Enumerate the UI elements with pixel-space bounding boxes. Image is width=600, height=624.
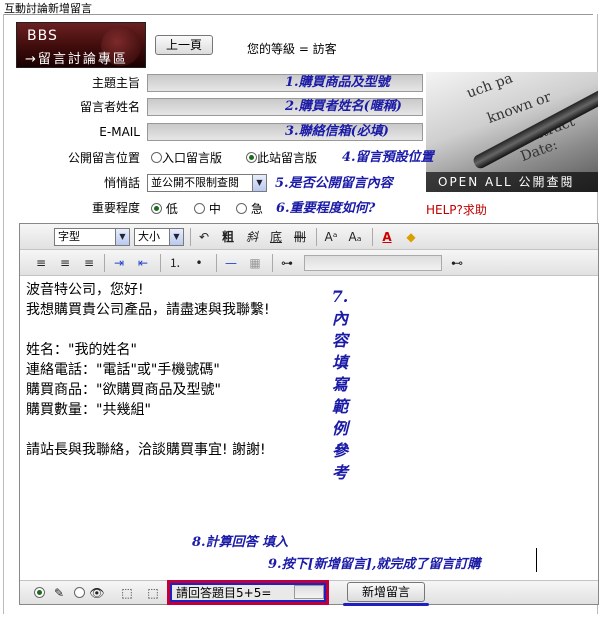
importance-urgent[interactable]: 急 [236, 200, 263, 218]
align-center-icon[interactable]: ≡ [56, 254, 74, 272]
photo-text-1: uch pa [464, 72, 515, 102]
position-option-entry[interactable]: 入口留言版 [151, 149, 222, 167]
bold-icon[interactable]: 粗 [219, 228, 237, 246]
horizontal-rule-icon[interactable]: — [222, 254, 240, 272]
link-url-input[interactable] [304, 255, 442, 271]
design-mode-icon[interactable]: ✎ [50, 584, 68, 602]
email-label: E-MAIL [99, 125, 140, 139]
superscript-icon[interactable]: Aᵃ [322, 228, 340, 246]
table-icon[interactable]: ▦ [246, 254, 264, 272]
contract-pen-photo: uch pa known or Contract Date: OPEN ALL … [426, 72, 598, 192]
position-label: 公開留言位置 [67, 151, 140, 165]
user-level-label: 您的等級 = 訪客 [247, 42, 337, 56]
radio-icon[interactable] [70, 584, 88, 602]
submit-message-button[interactable]: 新增留言 [347, 582, 425, 602]
ordered-list-icon[interactable]: ⒈ [166, 254, 184, 272]
chevron-down-icon[interactable]: ▼ [252, 175, 266, 191]
message-editor: 字型 ▼ 大小 ▼ ↶ 粗 斜 底 刪 Aᵃ Aₐ A ◆ ≡ ≡ ≡ ⇥ ⇤ … [19, 223, 599, 605]
submit-highlight-underline [343, 603, 429, 606]
position-option-site[interactable]: 此站留言版 [246, 149, 317, 167]
message-content[interactable]: 波音特公司，您好! 我想購買貴公司產品，請盡速與我聯繫! 姓名："我的姓名" 連… [22, 278, 596, 578]
radio-icon[interactable] [194, 203, 205, 214]
whisper-label: 悄悄話 [103, 176, 140, 190]
author-label: 留言者姓名 [79, 100, 140, 114]
captcha-box: 請回答題目5+5= [167, 580, 329, 605]
font-color-icon[interactable]: A [378, 228, 396, 246]
undo-icon[interactable]: ↶ [195, 228, 213, 246]
subject-label: 主題主旨 [91, 76, 140, 90]
unlink-icon[interactable]: ⊷ [448, 254, 466, 272]
align-right-icon[interactable]: ≡ [80, 254, 98, 272]
importance-label: 重要程度 [91, 201, 140, 215]
importance-low-label: 低 [165, 202, 178, 216]
logo-line1: BBS [27, 28, 58, 44]
highlight-color-icon[interactable]: ◆ [402, 228, 420, 246]
help-link[interactable]: HELP?求助 [426, 201, 487, 218]
captcha-answer-input[interactable] [294, 585, 324, 599]
italic-icon[interactable]: 斜 [243, 228, 261, 246]
note-5: 5.是否公開留言內容 [275, 176, 393, 191]
text-cursor [536, 548, 537, 572]
shrink-icon[interactable]: ⬚ [144, 584, 162, 602]
align-left-icon[interactable]: ≡ [32, 254, 50, 272]
logo-line2: →留言討論專區 [25, 52, 128, 67]
whisper-select-value: 並公開不限制查閱 [151, 176, 239, 189]
indent-icon[interactable]: ⇥ [110, 254, 128, 272]
size-select[interactable]: 大小 ▼ [134, 228, 184, 246]
position-option-entry-label: 入口留言版 [162, 151, 223, 165]
radio-selected-icon[interactable] [246, 152, 257, 163]
importance-low[interactable]: 低 [151, 200, 178, 218]
font-select[interactable]: 字型 ▼ [54, 228, 130, 246]
note-9: 9.按下[新增留言],就完成了留言訂購 [268, 557, 481, 572]
editor-toolbar-1: 字型 ▼ 大小 ▼ ↶ 粗 斜 底 刪 Aᵃ Aₐ A ◆ [20, 224, 598, 250]
frame-top-border [3, 14, 593, 15]
importance-mid-label: 中 [208, 202, 221, 216]
strikethrough-icon[interactable]: 刪 [291, 228, 309, 246]
photo-caption: OPEN ALL 公開查閱 [426, 172, 598, 192]
importance-urgent-label: 急 [250, 202, 263, 216]
expand-icon[interactable]: ⬚ [118, 584, 136, 602]
editor-toolbar-2: ≡ ≡ ≡ ⇥ ⇤ ⒈ • — ▦ ⊶ ⊷ [20, 250, 598, 276]
preview-eye-icon[interactable]: 👁 [88, 584, 106, 602]
size-select-value: 大小 [138, 230, 160, 243]
prev-page-button[interactable]: 上一頁 [155, 35, 213, 55]
outdent-icon[interactable]: ⇤ [134, 254, 152, 272]
bbs-logo: BBS →留言討論專區 [16, 22, 146, 68]
underline-icon[interactable]: 底 [267, 228, 285, 246]
note-7: 7.內容填寫範例 參考 [331, 287, 349, 482]
position-option-site-label: 此站留言版 [257, 151, 318, 165]
radio-selected-icon[interactable] [151, 203, 162, 214]
radio-selected-icon[interactable] [30, 584, 48, 602]
font-select-value: 字型 [58, 230, 80, 243]
chevron-down-icon[interactable]: ▼ [169, 229, 183, 245]
unordered-list-icon[interactable]: • [190, 254, 208, 272]
chevron-down-icon[interactable]: ▼ [115, 229, 129, 245]
captcha-question: 請回答題目5+5= [176, 586, 272, 600]
radio-icon[interactable] [151, 152, 162, 163]
note-3: 3.聯絡信箱(必填) [285, 124, 389, 139]
radio-icon[interactable] [236, 203, 247, 214]
note-2: 2.購買者姓名(暱稱) [285, 99, 402, 114]
importance-mid[interactable]: 中 [194, 200, 221, 218]
note-4: 4.留言預設位置 [342, 150, 434, 165]
form-window: 互動討論新增留言 BBS →留言討論專區 上一頁 您的等級 = 訪客 主題主旨 … [0, 0, 600, 624]
note-8: 8.計算回答 填入 [192, 535, 289, 550]
note-6: 6.重要程度如何? [276, 201, 376, 216]
link-icon[interactable]: ⊶ [278, 254, 296, 272]
subscript-icon[interactable]: Aₐ [346, 228, 364, 246]
whisper-select[interactable]: 並公開不限制查閱 ▼ [147, 174, 267, 192]
note-1: 1.購買商品及型號 [285, 75, 390, 90]
